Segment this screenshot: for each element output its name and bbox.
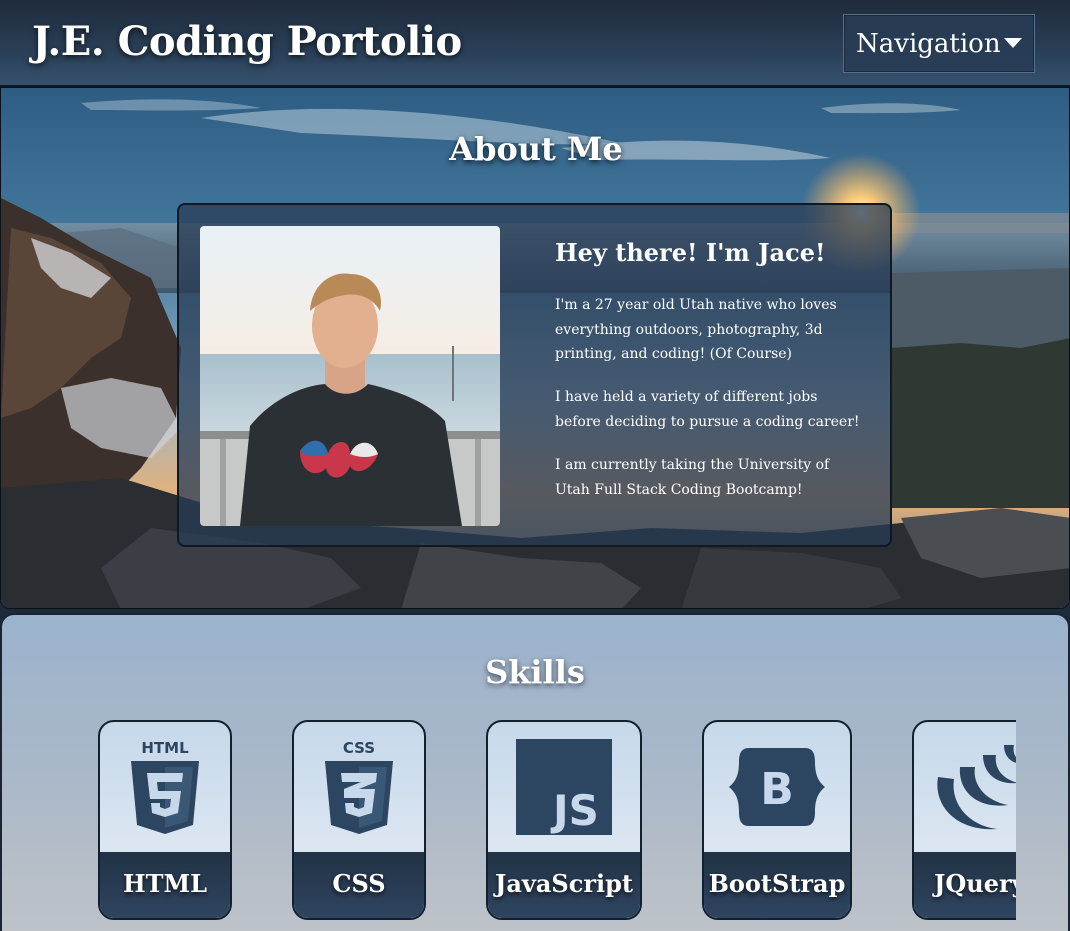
navigation-dropdown-button[interactable]: Navigation (843, 14, 1035, 73)
svg-text:CSS: CSS (343, 739, 375, 757)
css3-icon: CSS (325, 739, 393, 834)
jquery-icon (937, 745, 1016, 830)
bio-paragraph-intro: I'm a 27 year old Utah native who loves … (555, 297, 837, 362)
svg-text:B: B (760, 764, 794, 815)
svg-text:JS: JS (550, 786, 599, 835)
skill-label-html: HTML (123, 868, 207, 898)
bio-paragraph-jobs: I have held a variety of different jobs … (555, 389, 860, 430)
about-card: Hey there! I'm Jace! I'm a 27 year old U… (177, 203, 892, 547)
about-section: About Me Hey there! I'm Jace! I'm a 27 y… (0, 87, 1070, 609)
skills-list: HTML HTML CSS CSS JS JavaScript B BootSt… (2, 615, 1016, 931)
profile-photo-image (200, 226, 500, 526)
skill-card-jquery[interactable]: JQuery (912, 720, 1016, 920)
about-heading: About Me (449, 130, 623, 168)
skills-section: Skills HTML HTML CSS CSS JS JavaScript B… (0, 613, 1070, 931)
greeting-heading: Hey there! I'm Jace! (555, 238, 826, 267)
skill-label-css: CSS (332, 868, 386, 898)
skill-card-html[interactable]: HTML HTML (98, 720, 232, 920)
site-header: J.E. Coding Portolio Navigation (0, 0, 1070, 87)
navigation-label: Navigation (856, 28, 1001, 59)
site-title[interactable]: J.E. Coding Portolio (32, 18, 462, 65)
profile-photo (200, 226, 500, 526)
bio-paragraph-bootcamp: I am currently taking the University of … (555, 457, 830, 498)
skill-label-jquery: JQuery (934, 868, 1016, 898)
skill-label-javascript: JavaScript (495, 868, 633, 898)
skill-card-javascript[interactable]: JS JavaScript (486, 720, 642, 920)
skill-card-css[interactable]: CSS CSS (292, 720, 426, 920)
skill-card-bootstrap[interactable]: B BootStrap (702, 720, 852, 920)
caret-down-icon (1004, 38, 1022, 48)
html5-icon: HTML (131, 739, 199, 834)
bootstrap-icon: B (729, 748, 825, 826)
skill-label-bootstrap: BootStrap (708, 868, 846, 898)
javascript-icon: JS (516, 739, 612, 835)
svg-text:HTML: HTML (141, 739, 189, 757)
